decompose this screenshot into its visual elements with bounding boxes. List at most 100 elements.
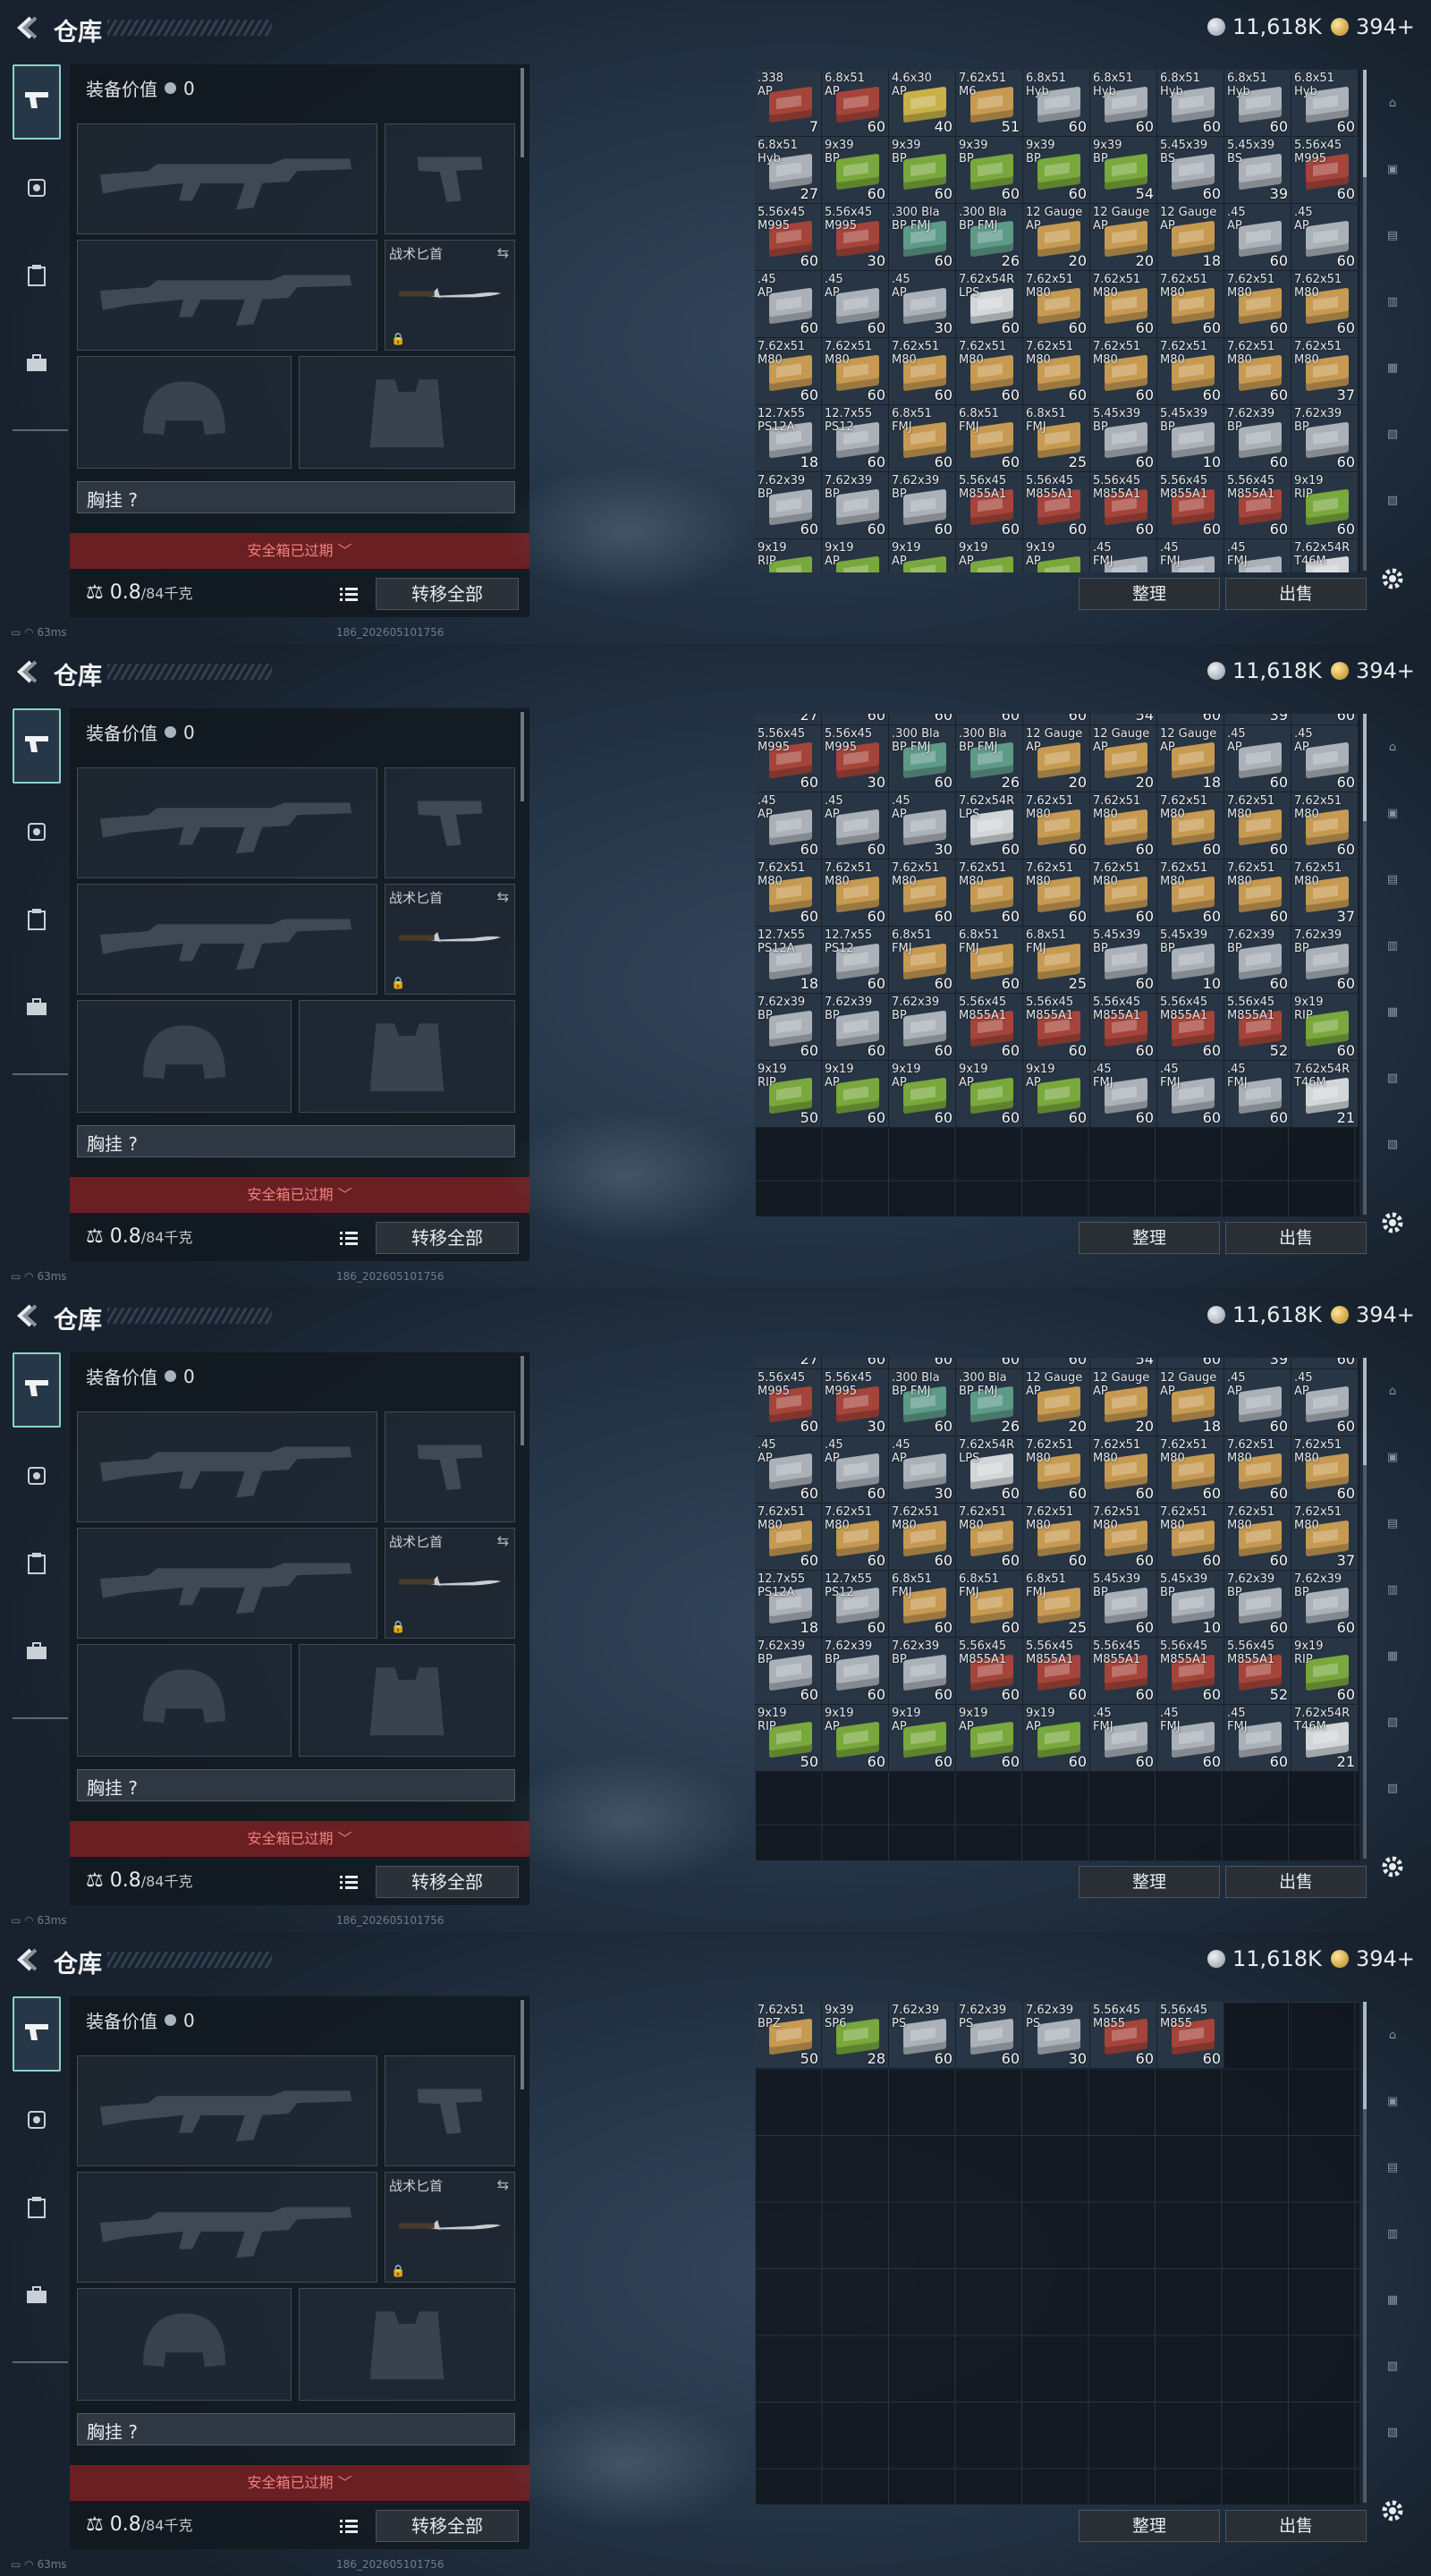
ammo-item[interactable]: 12.7x55 PS12 60 — [822, 1571, 889, 1638]
storage-tab-1-icon[interactable]: ▣ — [1372, 2068, 1413, 2134]
ammo-item[interactable]: 7.62x51 M80 60 — [1224, 271, 1291, 338]
ammo-item[interactable]: 5.56x45 M855 60 — [1090, 2002, 1157, 2069]
ammo-item[interactable]: 9x19 RIP 50 — [755, 1705, 822, 1772]
ammo-item[interactable]: 6.8x51 FMJ 60 — [956, 405, 1023, 472]
storage-tab-4-icon[interactable]: ▦ — [1372, 2267, 1413, 2333]
ammo-item[interactable]: 5.56x45 M855A1 60 — [1090, 472, 1157, 539]
storage-tab-6-icon[interactable]: ▨ — [1372, 467, 1413, 533]
ammo-item[interactable]: .300 Bla BP FMJ 26 — [956, 204, 1023, 271]
ammo-item[interactable]: 9x39 BP 54 — [1090, 137, 1157, 204]
ammo-item[interactable]: 60 — [1157, 714, 1224, 725]
ammo-item[interactable]: .45 FMJ — [1157, 539, 1224, 572]
sort-button[interactable]: 整理 — [1079, 1866, 1220, 1898]
ammo-item[interactable]: 5.45x39 BP 10 — [1157, 927, 1224, 994]
ammo-item[interactable]: 7.62x51 M80 60 — [956, 1504, 1023, 1571]
ammo-item[interactable]: 5.45x39 BS 60 — [1157, 137, 1224, 204]
ammo-item[interactable]: 6.8x51 FMJ 60 — [889, 927, 956, 994]
ammo-item[interactable]: 7.62x51 M80 60 — [1023, 860, 1090, 927]
ammo-item[interactable]: 9x19 AP 60 — [1023, 1061, 1090, 1128]
ammo-item[interactable]: 5.56x45 M855A1 60 — [956, 994, 1023, 1061]
tab-weapons[interactable] — [13, 1996, 61, 2072]
tab-backpack[interactable] — [13, 1615, 61, 1690]
ammo-item[interactable]: 60 — [889, 1358, 956, 1369]
armor-slot[interactable] — [299, 1644, 515, 1757]
ammo-item[interactable]: 12.7x55 PS12A 18 — [755, 927, 822, 994]
ammo-item[interactable]: 9x19 AP 60 — [956, 1061, 1023, 1128]
tab-rig[interactable] — [13, 240, 61, 315]
ammo-item[interactable]: .45 AP 30 — [889, 1436, 956, 1504]
ammo-item[interactable]: 7.62x51 M80 60 — [755, 1504, 822, 1571]
swap-icon[interactable]: ⇆ — [497, 1532, 509, 1549]
ammo-item[interactable]: 54 — [1090, 714, 1157, 725]
storage-tab-4-icon[interactable]: ▦ — [1372, 335, 1413, 401]
ammo-item[interactable]: 7.62x51 M80 60 — [822, 1504, 889, 1571]
stash-scrollbar[interactable] — [1363, 2002, 1367, 2503]
ammo-item[interactable]: 5.56x45 M855A1 60 — [1023, 1638, 1090, 1705]
ammo-item[interactable]: 60 — [1023, 714, 1090, 725]
ammo-item[interactable]: 5.56x45 M855A1 60 — [1224, 472, 1291, 539]
ammo-item[interactable]: 5.45x39 BP 60 — [1090, 1571, 1157, 1638]
sell-button[interactable]: 出售 — [1225, 2510, 1367, 2542]
vault-icon[interactable]: ⌂ — [1372, 714, 1413, 780]
ammo-item[interactable]: 60 — [1023, 1358, 1090, 1369]
ammo-item[interactable]: 7.62x51 M80 60 — [1291, 792, 1359, 860]
ammo-item[interactable]: 9x19 AP 60 — [822, 1705, 889, 1772]
ammo-item[interactable]: 12 Gauge AP 18 — [1157, 725, 1224, 792]
ammo-item[interactable]: 4.6x30 AP 40 — [889, 70, 956, 137]
helmet-slot[interactable] — [77, 1644, 292, 1757]
ammo-item[interactable]: .45 FMJ 60 — [1090, 1061, 1157, 1128]
ammo-item[interactable]: .45 FMJ 60 — [1090, 1705, 1157, 1772]
storage-tab-2-icon[interactable]: ▤ — [1372, 1490, 1413, 1556]
storage-tab-2-icon[interactable]: ▤ — [1372, 846, 1413, 912]
stash-scrollbar[interactable] — [1363, 714, 1367, 1215]
secondary-weapon-slot[interactable] — [77, 2172, 377, 2283]
secondary-weapon-slot[interactable] — [77, 884, 377, 995]
chest-rig-slot[interactable]: 胸挂 ? — [77, 1769, 515, 1801]
ammo-item[interactable]: 7.62x39 BP 60 — [1291, 405, 1359, 472]
ammo-item[interactable]: 7.62x54R LPS 60 — [956, 271, 1023, 338]
ammo-item[interactable]: 7.62x51 M80 60 — [1291, 1436, 1359, 1504]
ammo-item[interactable]: 9x19 AP — [822, 539, 889, 572]
storage-tab-6-icon[interactable]: ▨ — [1372, 1111, 1413, 1177]
chest-rig-slot[interactable]: 胸挂 ? — [77, 2413, 515, 2445]
ammo-item[interactable]: 5.45x39 BP 60 — [1090, 405, 1157, 472]
storage-tab-2-icon[interactable]: ▤ — [1372, 2134, 1413, 2200]
ammo-item[interactable]: 5.56x45 M995 60 — [755, 725, 822, 792]
gold-currency[interactable]: 394+ — [1331, 658, 1415, 683]
storage-tab-2-icon[interactable]: ▤ — [1372, 202, 1413, 268]
storage-tab-3-icon[interactable]: ▥ — [1372, 2200, 1413, 2267]
ammo-item[interactable]: 9x19 AP — [956, 539, 1023, 572]
ammo-item[interactable]: 7.62x51 M80 37 — [1291, 860, 1359, 927]
ammo-item[interactable]: 7.62x39 BP 60 — [1291, 927, 1359, 994]
ammo-item[interactable]: 6.8x51 FMJ 25 — [1023, 405, 1090, 472]
pistol-slot[interactable] — [385, 123, 515, 234]
helmet-slot[interactable] — [77, 356, 292, 469]
ammo-item[interactable]: 7.62x39 PS 60 — [889, 2002, 956, 2069]
ammo-item[interactable]: 5.56x45 M995 30 — [822, 725, 889, 792]
ammo-item[interactable]: 7.62x51 M80 60 — [1157, 1504, 1224, 1571]
ammo-item[interactable]: 6.8x51 FMJ 60 — [956, 1571, 1023, 1638]
ammo-item[interactable]: .45 AP 60 — [1224, 725, 1291, 792]
sell-button[interactable]: 出售 — [1225, 1866, 1367, 1898]
ammo-item[interactable]: .45 FMJ 60 — [1157, 1061, 1224, 1128]
ammo-item[interactable]: .45 AP 60 — [755, 1436, 822, 1504]
chest-rig-slot[interactable]: 胸挂 ? — [77, 481, 515, 513]
scrollbar-thumb[interactable] — [1363, 2002, 1367, 2109]
ammo-item[interactable]: 7.62x39 BP 60 — [755, 472, 822, 539]
ammo-item[interactable]: 7.62x51 M80 60 — [1157, 271, 1224, 338]
gear-icon[interactable] — [1379, 1853, 1406, 1880]
equipment-scrollbar[interactable] — [521, 712, 524, 801]
stash-scrollbar[interactable] — [1363, 70, 1367, 571]
ammo-item[interactable]: 7.62x39 BP 60 — [1224, 1571, 1291, 1638]
ammo-item[interactable]: 5.56x45 M855A1 60 — [1157, 994, 1224, 1061]
ammo-item[interactable]: 7.62x51 M80 60 — [1023, 338, 1090, 405]
storage-tab-6-icon[interactable]: ▨ — [1372, 2399, 1413, 2465]
tab-weapons[interactable] — [13, 708, 61, 784]
swap-icon[interactable]: ⇆ — [497, 244, 509, 261]
ammo-item[interactable]: 7.62x39 BP 60 — [1224, 927, 1291, 994]
pistol-slot[interactable] — [385, 767, 515, 878]
storage-tab-5-icon[interactable]: ▧ — [1372, 2333, 1413, 2399]
ammo-item[interactable]: 12 Gauge AP 18 — [1157, 1369, 1224, 1436]
ammo-item[interactable]: 12.7x55 PS12 60 — [822, 927, 889, 994]
storage-tab-4-icon[interactable]: ▦ — [1372, 979, 1413, 1045]
